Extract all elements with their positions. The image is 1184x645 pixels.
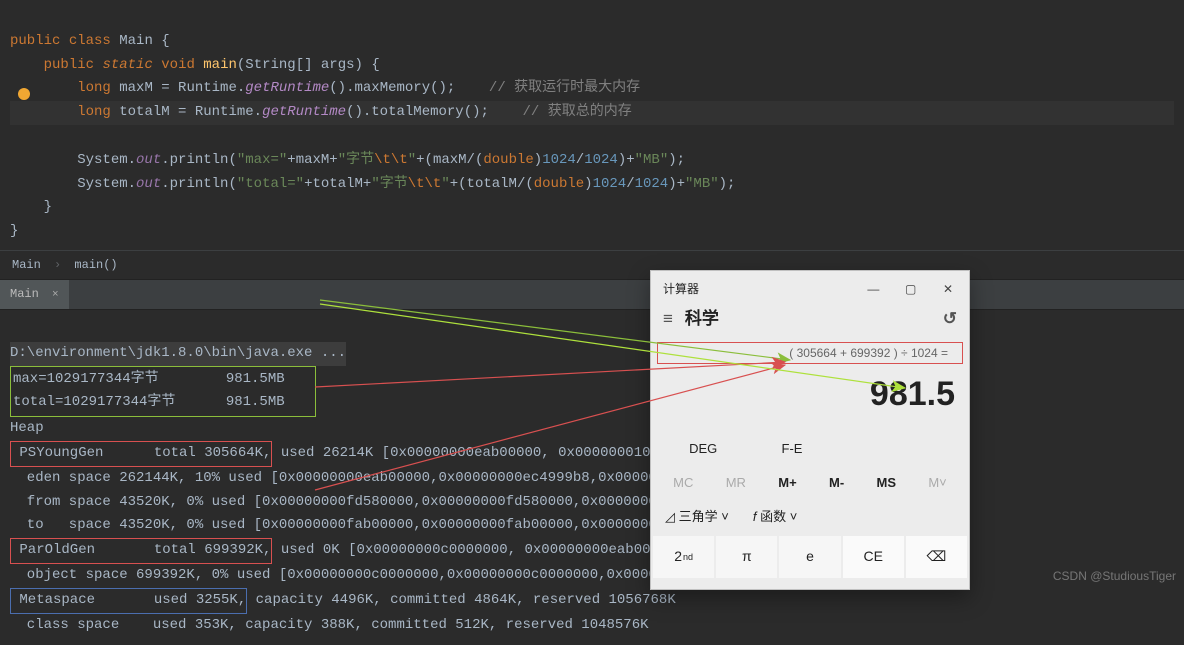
calc-ms[interactable]: MS	[877, 472, 897, 494]
calc-mv[interactable]: M˅	[928, 472, 946, 494]
close-icon[interactable]: ✕	[931, 277, 965, 301]
calc-btn-e[interactable]: e	[779, 536, 840, 578]
code-line: public class Main {	[10, 33, 170, 49]
history-icon[interactable]: ↺	[943, 305, 957, 334]
console-command: D:\environment\jdk1.8.0\bin\java.exe ...	[10, 342, 346, 366]
annotation-box-red: PSYoungGen total 305664K,	[10, 441, 272, 467]
run-tab[interactable]: Main ×	[0, 280, 69, 309]
calculator-expression: ( 305664 + 699392 ) ÷ 1024 =	[657, 342, 963, 364]
console-output[interactable]: D:\environment\jdk1.8.0\bin\java.exe ...…	[0, 310, 1184, 645]
code-line: }	[10, 223, 18, 239]
run-tab-label: Main	[10, 287, 39, 301]
breadcrumb[interactable]: Main › main()	[0, 250, 1184, 279]
tool-tab-bar: Main ×	[0, 279, 1184, 310]
annotation-box-green: max=1029177344字节 981.5MB total=102917734…	[10, 366, 316, 418]
breadcrumb-class[interactable]: Main	[12, 258, 41, 272]
annotation-box-blue: Metaspace used 3255K,	[10, 588, 247, 614]
console-line: to space 43520K, 0% used [0x00000000fab0…	[10, 517, 741, 533]
watermark: CSDN @StudiousTiger	[1053, 566, 1176, 586]
maximize-icon[interactable]: ▢	[894, 277, 928, 301]
calc-mminus[interactable]: M-	[829, 472, 844, 494]
console-line: Heap	[10, 420, 44, 436]
code-line: }	[10, 199, 52, 215]
intention-bulb-icon[interactable]	[18, 88, 30, 100]
calculator-title: 计算器	[663, 279, 699, 299]
code-line: System.out.println("max="+maxM+"字节\t\t"+…	[10, 152, 685, 168]
calc-btn-pi[interactable]: π	[716, 536, 777, 578]
calc-func-dropdown[interactable]: f 函数 ˅	[753, 506, 797, 528]
breadcrumb-method[interactable]: main()	[74, 258, 117, 272]
calc-mr[interactable]: MR	[726, 472, 746, 494]
calc-deg[interactable]: DEG	[689, 438, 717, 460]
calculator-mode: 科学	[685, 305, 719, 334]
code-line: System.out.println("total="+totalM+"字节\t…	[10, 176, 735, 192]
console-line: Metaspace used 3255K, capacity 4496K, co…	[10, 592, 676, 608]
console-line: eden space 262144K, 10% used [0x00000000…	[10, 470, 758, 486]
annotation-box-red: ParOldGen total 699392K,	[10, 538, 272, 564]
calc-trig-dropdown[interactable]: ◿ 三角学 ˅	[665, 506, 729, 528]
calc-btn-ce[interactable]: CE	[843, 536, 904, 578]
chevron-right-icon: ›	[48, 258, 67, 272]
code-line: public static void main(String[] args) {	[10, 57, 380, 73]
close-icon[interactable]: ×	[52, 289, 59, 301]
console-line: from space 43520K, 0% used [0x00000000fd…	[10, 494, 741, 510]
calculator-result: 981.5	[651, 364, 969, 432]
code-line-highlighted: long totalM = Runtime.getRuntime().total…	[10, 101, 1174, 125]
calc-mc[interactable]: MC	[673, 472, 693, 494]
calculator-window[interactable]: 计算器 — ▢ ✕ ≡ 科学 ↺ ( 305664 + 699392 ) ÷ 1…	[650, 270, 970, 590]
minimize-icon[interactable]: —	[856, 277, 890, 301]
menu-icon[interactable]: ≡	[663, 305, 673, 334]
calc-btn-2nd[interactable]: 2nd	[653, 536, 714, 578]
calc-btn-backspace[interactable]: ⌫	[906, 536, 967, 578]
console-line: class space used 353K, capacity 388K, co…	[10, 617, 649, 633]
code-line: long maxM = Runtime.getRuntime().maxMemo…	[10, 80, 640, 96]
calc-mplus[interactable]: M+	[778, 472, 796, 494]
code-editor[interactable]: public class Main { public static void m…	[0, 0, 1184, 250]
calc-fe[interactable]: F-E	[782, 438, 803, 460]
